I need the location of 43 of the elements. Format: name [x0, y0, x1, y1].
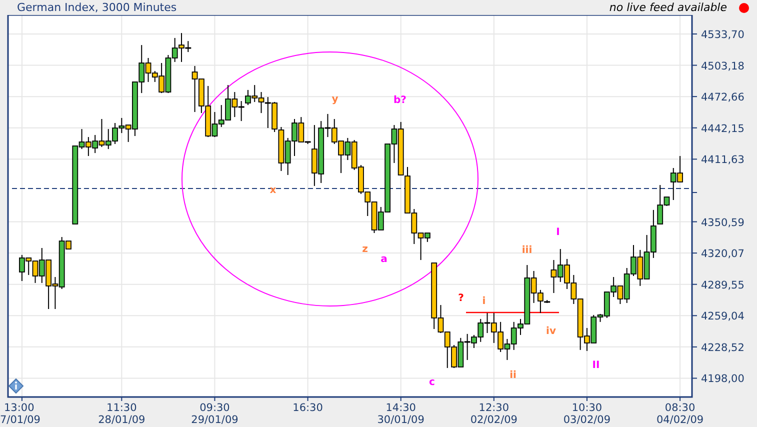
info-icon[interactable] [8, 378, 24, 394]
wave-label: ii [510, 370, 516, 381]
x-axis-date: 29/01/09 [191, 414, 238, 426]
wave-label: iv [546, 326, 556, 337]
x-axis-time: 13:00 [4, 402, 34, 414]
y-axis-label: 4350,59 [701, 216, 744, 229]
y-axis-label: 4533,70 [701, 28, 744, 41]
x-axis-date: 03/02/09 [563, 414, 611, 426]
wave-label: c [429, 377, 435, 388]
wave-label: I [556, 227, 560, 238]
x-axis-date: 04/02/09 [656, 414, 704, 426]
x-axis-time: 08:30 [664, 402, 696, 414]
y-axis-label: 4442,15 [701, 122, 744, 135]
wave-label: y [332, 94, 338, 105]
status-dot [739, 2, 749, 12]
wave-label: a [380, 254, 388, 265]
x-axis-time: 12:30 [478, 402, 510, 414]
x-axis-date: 02/02/09 [470, 414, 518, 426]
x-axis-time: 16:30 [292, 402, 323, 414]
y-axis-label: 4259,04 [701, 310, 744, 323]
x-axis-date: 7/01/09 [0, 414, 40, 426]
wave-label: x [270, 185, 276, 196]
y-axis-label: 4289,55 [701, 279, 744, 292]
feed-status: no live feed available [609, 1, 727, 14]
x-axis-time: 14:30 [386, 402, 416, 414]
wave-label: z [362, 244, 368, 255]
y-axis-label: 4503,18 [701, 60, 744, 72]
chart-title: German Index, 3000 Minutes [17, 1, 178, 14]
wave-label: iii [522, 245, 532, 256]
x-axis-date: 30/01/09 [377, 414, 424, 426]
y-axis-label: 4198,00 [701, 373, 744, 386]
y-axis-label: 4320,07 [701, 248, 744, 260]
x-axis-time: 11:30 [106, 402, 137, 414]
x-axis-time: 10:30 [572, 402, 602, 414]
wave-label: II [592, 360, 600, 371]
y-axis-label: 4228,52 [701, 342, 744, 354]
x-axis-time: 09:30 [200, 402, 230, 414]
wave-label: i [482, 296, 486, 307]
y-axis-label: 4411,63 [701, 154, 744, 166]
wave-label: ? [458, 293, 464, 304]
wave-label: b? [394, 95, 406, 106]
x-axis-date: 28/01/09 [98, 414, 146, 426]
y-axis-label: 4472,66 [701, 92, 744, 104]
